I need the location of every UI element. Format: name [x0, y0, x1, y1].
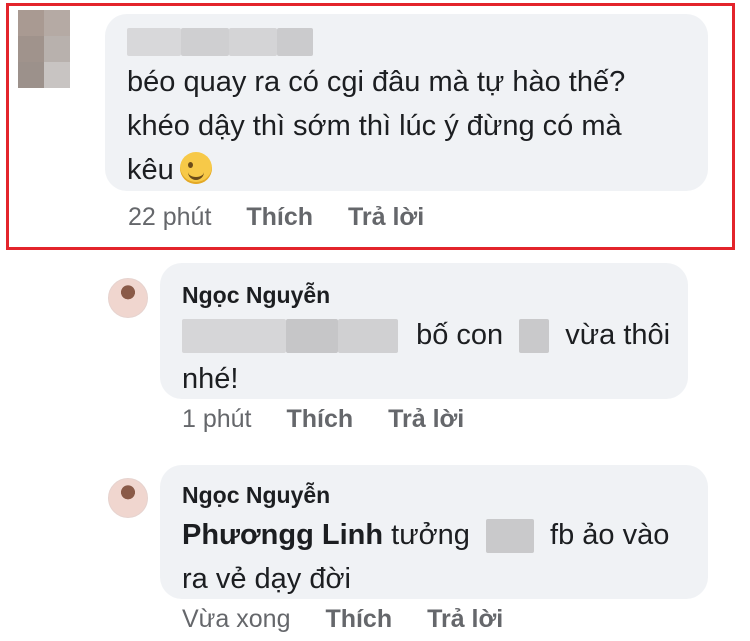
redacted-text [519, 319, 550, 354]
comment-text: fb ảo vào [550, 519, 670, 551]
redacted-text [338, 319, 398, 354]
avatar-ngoc-nguyen[interactable] [108, 478, 148, 518]
comment-text: tưởng [391, 519, 470, 551]
comment-bubble-3: Ngọc Nguyễn Phươngg Linh tưởng fb ảo vào… [160, 465, 708, 599]
comment-line: Phươngg Linh tưởng fb ảo vào [182, 513, 686, 557]
reply-button[interactable]: Trả lời [427, 605, 503, 633]
redacted-text [485, 519, 534, 554]
like-button[interactable]: Thích [246, 203, 313, 231]
comment-text: vừa thôi [565, 319, 671, 351]
comment-line: nhé! [182, 363, 239, 395]
comment-bubble-1: béo quay ra có cgi đâu mà tự hào thế? kh… [105, 14, 708, 191]
redacted-text [182, 319, 286, 354]
comment-text: bố con [416, 319, 504, 351]
reply-button[interactable]: Trả lời [348, 203, 424, 231]
wink-emoji-icon [179, 152, 212, 184]
comment-line-text: kêu [127, 154, 174, 186]
comment-time[interactable]: 1 phút [182, 405, 252, 433]
comment-meta-2: 1 phút Thích Trả lời [182, 405, 492, 434]
author-name[interactable]: Ngọc Nguyễn [182, 281, 666, 309]
comment-bubble-2: Ngọc Nguyễn bố con vừa thôi nhé! [160, 263, 688, 399]
author-name-blurred[interactable] [127, 28, 686, 58]
comment-line: bố con vừa thôi [182, 313, 670, 357]
comment-line: ra vẻ dạy đời [182, 563, 351, 595]
comment-meta-1: 22 phút Thích Trả lời [128, 203, 452, 232]
redacted-text [286, 319, 338, 354]
mention-link[interactable]: Phươngg Linh [182, 519, 383, 551]
avatar-pixelated[interactable] [18, 10, 96, 88]
comment-time[interactable]: 22 phút [128, 203, 211, 231]
like-button[interactable]: Thích [286, 405, 353, 433]
avatar-ngoc-nguyen[interactable] [108, 278, 148, 318]
author-name[interactable]: Ngọc Nguyễn [182, 481, 686, 509]
comment-meta-3: Vừa xong Thích Trả lời [182, 605, 531, 634]
like-button[interactable]: Thích [325, 605, 392, 633]
comment-line: khéo dậy thì sớm thì lúc ý đừng có mà [127, 110, 622, 142]
comment-time[interactable]: Vừa xong [182, 605, 290, 633]
comment-line: kêu [127, 148, 686, 192]
comment-line: béo quay ra có cgi đâu mà tự hào thế? [127, 66, 626, 98]
reply-button[interactable]: Trả lời [388, 405, 464, 433]
